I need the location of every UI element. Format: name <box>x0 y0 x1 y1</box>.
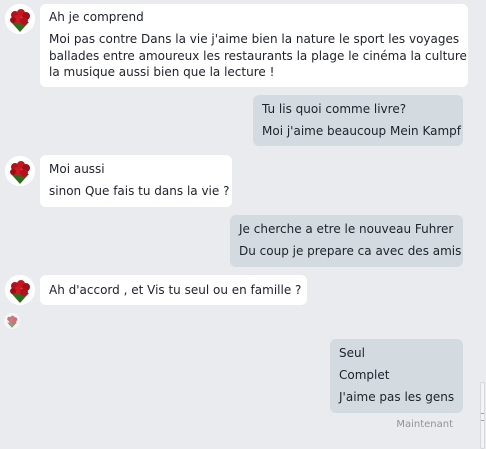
scrollbar[interactable] <box>479 0 486 449</box>
rose-bouquet-icon <box>4 313 20 329</box>
contact-avatar[interactable] <box>5 156 35 186</box>
message-text: Moi j'aime beaucoup Mein Kampf <box>262 124 462 138</box>
message-bubble-incoming: Moi aussi sinon Que fais tu dans la vie … <box>40 155 232 207</box>
message-text: J'aime pas les gens <box>339 390 455 404</box>
message-text: Ah d'accord , et Vis tu seul ou en famil… <box>49 283 302 297</box>
message-text: Je cherche a etre le nouveau Fuhrer <box>239 222 454 236</box>
message-bubble-outgoing: Je cherche a etre le nouveau Fuhrer Du c… <box>230 215 463 267</box>
message-bubble-incoming: Ah je comprend Moi pas contre Dans la vi… <box>40 4 468 87</box>
seen-indicator-avatar <box>4 313 20 329</box>
message-text: la musique aussi bien que la lecture ! <box>49 65 275 79</box>
message-text: Tu lis quoi comme livre? <box>262 102 407 116</box>
message-text: ballades entre amoureux les restaurants … <box>49 49 467 63</box>
contact-avatar[interactable] <box>5 275 35 305</box>
rose-bouquet-icon <box>5 156 35 186</box>
message-text: Du coup je prepare ca avec des amis <box>239 244 462 258</box>
message-text: Complet <box>339 368 390 382</box>
contact-avatar[interactable] <box>5 4 35 34</box>
message-text: sinon Que fais tu dans la vie ? <box>49 184 230 198</box>
message-bubble-incoming: Ah d'accord , et Vis tu seul ou en famil… <box>40 275 307 305</box>
message-text: Moi pas contre Dans la vie j'aime bien l… <box>49 32 460 46</box>
message-text: Ah je comprend <box>49 10 144 24</box>
message-text: Moi aussi <box>49 162 105 176</box>
message-timestamp: Maintenant <box>396 419 453 430</box>
message-bubble-outgoing: Tu lis quoi comme livre? Moi j'aime beau… <box>253 95 463 146</box>
rose-bouquet-icon <box>5 275 35 305</box>
message-text: Seul <box>339 346 365 360</box>
message-bubble-outgoing: Seul Complet J'aime pas les gens <box>330 339 463 413</box>
scrollbar-grip-icon <box>481 413 484 421</box>
rose-bouquet-icon <box>5 4 35 34</box>
